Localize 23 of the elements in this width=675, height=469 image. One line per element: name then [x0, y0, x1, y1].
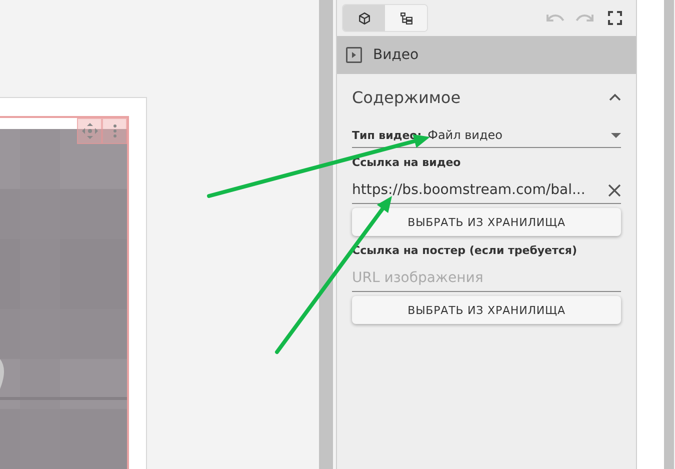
scrollbar[interactable] [664, 0, 674, 469]
more-icon [112, 124, 116, 138]
tree-icon [400, 12, 412, 24]
play-icon [346, 47, 362, 63]
url-input-field[interactable]: URL изображения [352, 270, 621, 286]
move-icon [82, 123, 98, 139]
block-header[interactable]: Видео [337, 36, 636, 74]
section-header[interactable]: Содержимое [352, 75, 621, 119]
scrollbar[interactable] [319, 0, 333, 469]
redo-icon [575, 12, 595, 24]
undo-icon [545, 12, 565, 24]
url-input-field[interactable]: https://bs.boomstream.com/bal... [352, 182, 608, 198]
more-handle[interactable] [102, 118, 127, 144]
dropdown-caret-icon [611, 132, 621, 138]
collapse-icon [609, 93, 621, 101]
field-label: Ссылка на видео [352, 156, 462, 169]
move-handle[interactable] [77, 118, 102, 144]
clear-icon[interactable] [608, 184, 621, 196]
choose-from-storage-button[interactable]: ВЫБРАТЬ ИЗ ХРАНИЛИЩА [352, 296, 621, 324]
view-tab[interactable] [343, 5, 385, 31]
cube-icon [358, 12, 370, 24]
choose-from-storage-button[interactable]: ВЫБРАТЬ ИЗ ХРАНИЛИЩА [352, 208, 621, 236]
fullscreen-icon [608, 11, 622, 25]
